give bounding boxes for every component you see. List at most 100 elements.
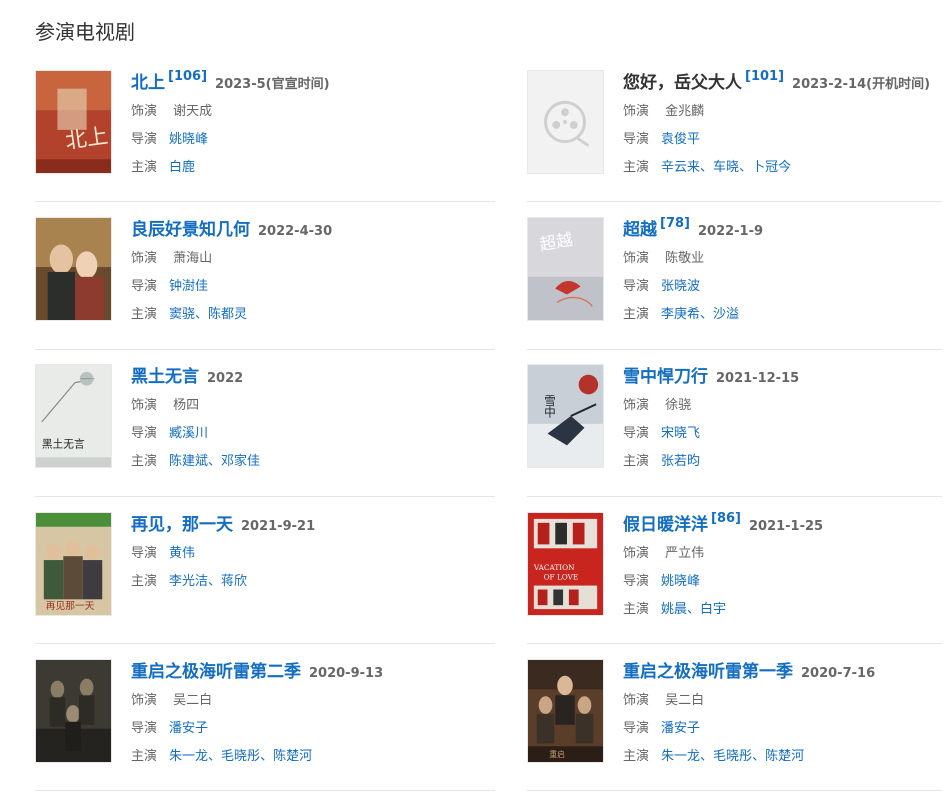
person-link[interactable]: 邓家佳 [221,454,260,469]
citation-link[interactable]: [101] [745,69,784,84]
title-line: 重启之极海听雷第一季 2020-7-16 [623,659,950,685]
cast-poster[interactable]: 重启 [527,659,604,763]
separator: 、 [739,160,753,175]
person-link[interactable]: 陈建斌 [169,454,208,469]
person-link[interactable]: 白鹿 [169,160,195,175]
person-link[interactable]: 卜冠今 [752,160,791,175]
vacation-of-love-poster[interactable]: VACATION OF LOVE VACATION OF LOVE [527,512,604,616]
director-label: 导演 [623,574,650,589]
director-row: 导演 钟澍佳 [131,274,495,299]
role-name: 吴二白 [665,693,705,708]
title-line: 黑土无言 2022 [131,364,495,390]
drama-info: 超越 [78] 2022-1-9 饰演 陈敬业 导演 张晓波 主演 李庚希、沙溢 [623,216,950,327]
citation-link[interactable]: [86] [711,511,741,526]
separator: 、 [752,749,766,764]
svg-text:黑土无言: 黑土无言 [42,437,85,450]
director-label: 导演 [131,279,158,294]
person-link[interactable]: 姚晓峰 [169,132,208,147]
drama-title-link[interactable]: 北上 [131,73,165,93]
drama-card: VACATION OF LOVE VACATION OF LOVE 假日暖洋洋[… [527,511,950,622]
person-link[interactable]: 袁俊平 [661,132,700,147]
xuezhong-poster[interactable]: 雪中 [527,364,604,468]
role-row: 饰演 吴二白 [623,688,950,713]
film-reel-placeholder-icon[interactable] [527,70,604,174]
director-label: 导演 [131,426,158,441]
role-label: 饰演 [623,693,650,708]
person-link[interactable]: 辛云来 [661,160,700,175]
person-link[interactable]: 陈楚河 [765,749,804,764]
person-link[interactable]: 姚晨 [661,602,687,617]
drama-title-link[interactable]: 黑土无言 [131,367,199,387]
role-label: 饰演 [623,398,650,413]
person-link[interactable]: 陈楚河 [273,749,312,764]
release-date: 2021-12-15 [716,371,800,386]
drama-title-link[interactable]: 再见，那一天 [131,515,233,535]
release-date: 2021-1-25 [748,519,824,534]
person-link[interactable]: 黄伟 [169,546,195,561]
separator: 、 [700,160,714,175]
group-poster[interactable]: 再见那一天 [35,512,112,616]
person-link[interactable]: 宋晓飞 [661,426,700,441]
person-link[interactable]: 蒋欣 [221,574,247,589]
drama-card: 雪中 雪中悍刀行 2021-12-15 饰演 徐骁 导演 宋晓飞 主演 张若昀 [527,364,950,474]
person-link[interactable]: 姚晓峰 [661,574,700,589]
person-link[interactable]: 沙溢 [713,307,739,322]
person-link[interactable]: 朱一龙 [169,749,208,764]
drama-title-link[interactable]: 重启之极海听雷第二季 [131,662,301,682]
role-row: 饰演 金兆麟 [623,99,950,124]
person-link[interactable]: 李光洁 [169,574,208,589]
citation-link[interactable]: [78] [660,216,690,231]
heitu-poster[interactable]: 黑土无言 [35,364,112,468]
drama-title-link[interactable]: 良辰好景知几何 [131,220,250,240]
person-link[interactable]: 陈都灵 [208,307,247,322]
role-name: 金兆麟 [665,104,705,119]
row-divider [527,201,942,202]
separator: 、 [195,307,209,322]
dark-cast-poster[interactable] [35,659,112,763]
person-link[interactable]: 李庚希 [661,307,700,322]
person-link[interactable]: 毛晓彤 [713,749,752,764]
drama-info: 重启之极海听雷第一季 2020-7-16 饰演 吴二白 导演 潘安子 主演 朱一龙、毛… [623,659,950,769]
separator: 、 [700,749,714,764]
release-date: 2022-1-9 [697,224,764,239]
starring-label: 主演 [623,602,650,617]
row-divider [527,643,942,644]
couple-poster[interactable] [35,217,112,321]
role-name: 徐骁 [665,398,692,413]
drama-info: 黑土无言 2022 饰演 杨四 导演 臧溪川 主演 陈建斌、邓家佳 [131,364,495,474]
chaoyue-poster[interactable]: 超越 [527,217,604,321]
person-link[interactable]: 钟澍佳 [169,279,208,294]
drama-title-link[interactable]: 重启之极海听雷第一季 [623,662,793,682]
person-link[interactable]: 潘安子 [661,721,700,736]
person-link[interactable]: 毛晓彤 [221,749,260,764]
row-divider [527,496,942,497]
citation-link[interactable]: [106] [168,69,207,84]
drama-title-link[interactable]: 雪中悍刀行 [623,367,708,387]
drama-title-link[interactable]: 假日暖洋洋 [623,515,708,535]
starring-row: 主演 李光洁、蒋欣 [131,569,495,594]
drama-title-link[interactable]: 超越 [623,220,657,240]
starring-row: 主演 窦骁、陈都灵 [131,302,495,327]
person-link[interactable]: 白宇 [700,602,726,617]
svg-text:重启: 重启 [549,749,565,759]
person-link[interactable]: 潘安子 [169,721,208,736]
drama-card: 良辰好景知几何 2022-4-30 饰演 萧海山 导演 钟澍佳 主演 窦骁、陈都灵 [35,217,495,327]
starring-label: 主演 [623,749,650,764]
director-row: 导演 宋晓飞 [623,421,950,446]
role-label: 饰演 [131,251,158,266]
bei-shang-poster[interactable]: 北上 [35,70,112,174]
starring-row: 主演 张若昀 [623,449,950,474]
separator: 、 [260,749,274,764]
role-name: 吴二白 [173,693,213,708]
starring-label: 主演 [131,749,158,764]
person-link[interactable]: 张若昀 [661,454,700,469]
person-link[interactable]: 窦骁 [169,307,195,322]
starring-label: 主演 [131,307,158,322]
role-label: 饰演 [623,546,650,561]
person-link[interactable]: 朱一龙 [661,749,700,764]
drama-title-link[interactable]: 您好，岳父大人 [623,73,742,93]
person-link[interactable]: 车晓 [713,160,739,175]
title-line: 雪中悍刀行 2021-12-15 [623,364,950,390]
person-link[interactable]: 张晓波 [661,279,700,294]
person-link[interactable]: 臧溪川 [169,426,208,441]
